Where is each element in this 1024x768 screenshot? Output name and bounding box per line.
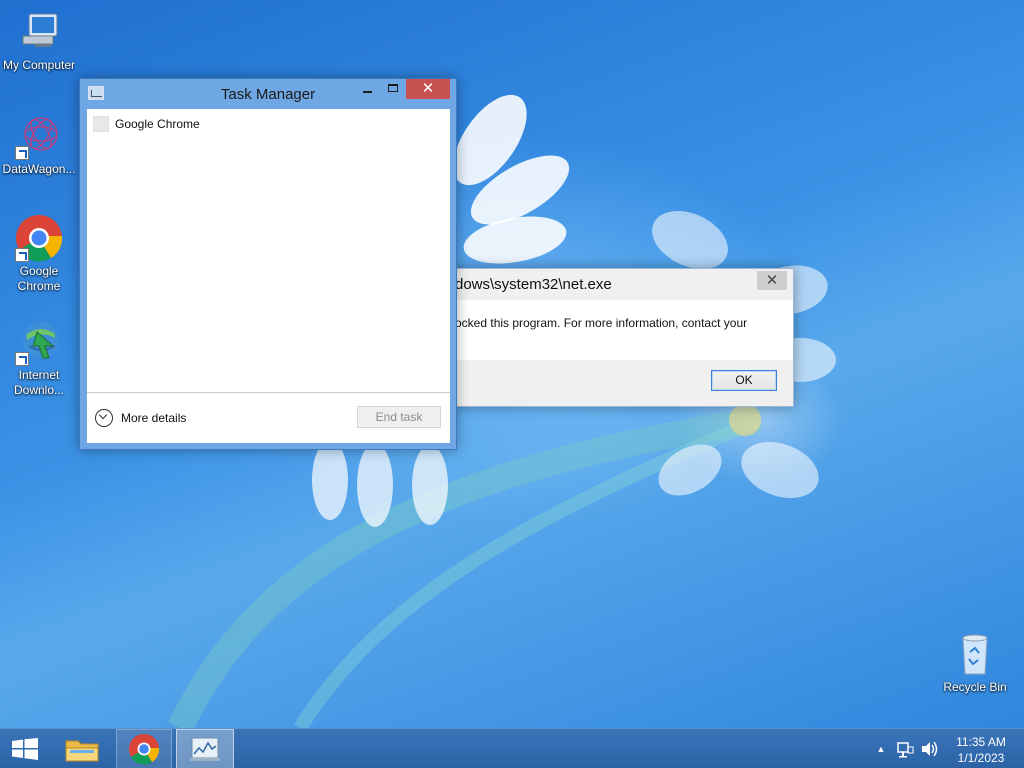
- computer-icon: [15, 8, 63, 56]
- task-manager-icon: [190, 737, 220, 761]
- minimize-button[interactable]: [354, 79, 380, 99]
- minimize-icon: [362, 91, 372, 93]
- chrome-icon: [129, 734, 160, 765]
- taskbar-google-chrome[interactable]: [116, 729, 172, 768]
- start-button[interactable]: [0, 729, 52, 768]
- desktop-icon-label: DataWagon...: [2, 162, 76, 176]
- error-dialog-window[interactable]: dows\system32\net.exe ✕ ocked this progr…: [440, 268, 794, 407]
- desktop-icon-label: My Computer: [2, 58, 76, 72]
- taskbar-task-manager[interactable]: [176, 729, 234, 768]
- process-row[interactable]: Google Chrome: [87, 115, 450, 135]
- taskbar: ▲ 11:35 AM 1/1/2023: [0, 728, 1024, 768]
- app-icon: [93, 116, 109, 132]
- chrome-icon: [15, 214, 63, 262]
- desktop-icon-internet-download-manager[interactable]: Internet Downlo...: [0, 318, 78, 398]
- error-message: ocked this program. For more information…: [455, 316, 748, 330]
- recycle-bin-icon: [951, 630, 999, 678]
- desktop-icon-label: Google Chrome: [17, 264, 61, 293]
- network-icon[interactable]: [896, 729, 914, 768]
- more-details-toggle[interactable]: More details: [95, 407, 205, 429]
- process-list[interactable]: Google Chrome: [87, 109, 450, 393]
- clock-date: 1/1/2023: [957, 751, 1005, 765]
- process-name: Google Chrome: [115, 117, 200, 131]
- datawagon-icon: [15, 112, 63, 160]
- task-manager-titlebar[interactable]: Task Manager ✕: [80, 79, 456, 107]
- maximize-icon: [388, 84, 398, 92]
- system-clock[interactable]: 11:35 AM 1/1/2023: [946, 729, 1016, 768]
- windows-logo-icon: [12, 738, 38, 760]
- task-manager-window[interactable]: Task Manager ✕ Google Chrome More detail…: [79, 78, 457, 450]
- clock-time: 11:35 AM: [956, 735, 1006, 749]
- desktop-icon-google-chrome[interactable]: Google Chrome: [0, 214, 78, 294]
- maximize-button[interactable]: [380, 79, 406, 99]
- volume-icon[interactable]: [920, 729, 938, 768]
- folder-icon: [65, 740, 99, 762]
- desktop-icon-my-computer[interactable]: My Computer: [0, 8, 78, 73]
- error-dialog-title: dows\system32\net.exe: [455, 276, 612, 293]
- shortcut-arrow-icon: [15, 146, 29, 160]
- desktop-icon-label: Internet Downlo...: [13, 368, 65, 397]
- ok-button[interactable]: OK: [711, 370, 777, 391]
- desktop-icon-label: Recycle Bin: [943, 680, 1007, 694]
- task-manager-client: Google Chrome More details End task: [87, 109, 450, 443]
- shortcut-arrow-icon: [15, 352, 29, 366]
- chevron-down-circle-icon: [95, 409, 113, 427]
- error-dialog-close-button[interactable]: ✕: [757, 271, 787, 290]
- desktop-icon-datawagon[interactable]: DataWagon...: [0, 112, 78, 177]
- end-task-button[interactable]: End task: [357, 406, 441, 428]
- shortcut-arrow-icon: [15, 248, 29, 262]
- desktop-icon-recycle-bin[interactable]: Recycle Bin: [936, 630, 1014, 695]
- internet-download-manager-icon: [15, 318, 63, 366]
- error-dialog-body: ocked this program. For more information…: [441, 300, 793, 360]
- close-button[interactable]: ✕: [406, 79, 450, 99]
- error-dialog-titlebar[interactable]: dows\system32\net.exe ✕: [441, 269, 793, 297]
- more-details-label: More details: [121, 411, 187, 425]
- show-hidden-icons-button[interactable]: ▲: [874, 729, 888, 768]
- taskbar-file-explorer[interactable]: [56, 729, 108, 768]
